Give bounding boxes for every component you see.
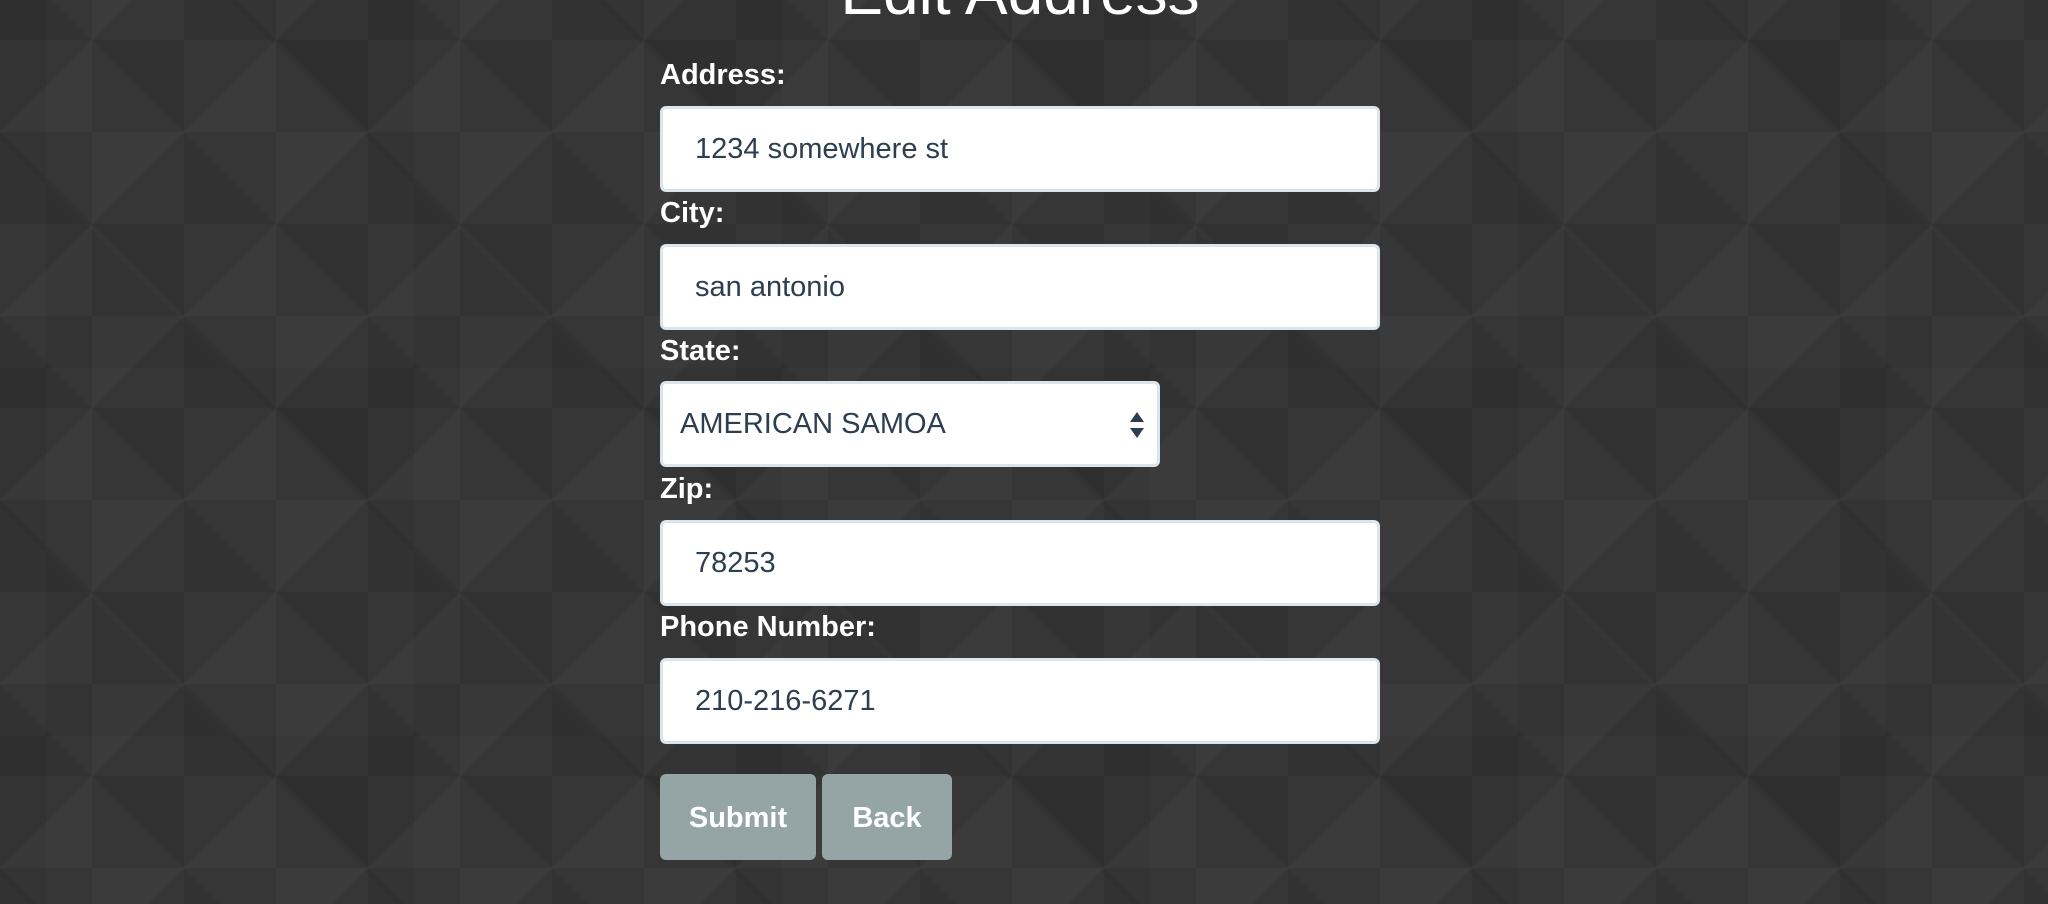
address-input[interactable] <box>660 106 1380 192</box>
state-label: State: <box>660 335 741 367</box>
zip-label: Zip: <box>660 473 714 505</box>
back-button[interactable]: Back <box>822 774 952 860</box>
submit-button[interactable]: Submit <box>660 774 816 860</box>
city-input[interactable] <box>660 244 1380 330</box>
page-title: Edit Address <box>660 0 1380 24</box>
phone-input[interactable] <box>660 658 1380 744</box>
state-selected-value: AMERICAN SAMOA <box>680 408 946 440</box>
city-label: City: <box>660 197 725 229</box>
address-label: Address: <box>660 59 786 91</box>
state-select[interactable]: AMERICAN SAMOA <box>660 381 1160 467</box>
select-updown-arrows-icon <box>1130 412 1144 438</box>
phone-label: Phone Number: <box>660 611 876 643</box>
zip-input[interactable] <box>660 520 1380 606</box>
